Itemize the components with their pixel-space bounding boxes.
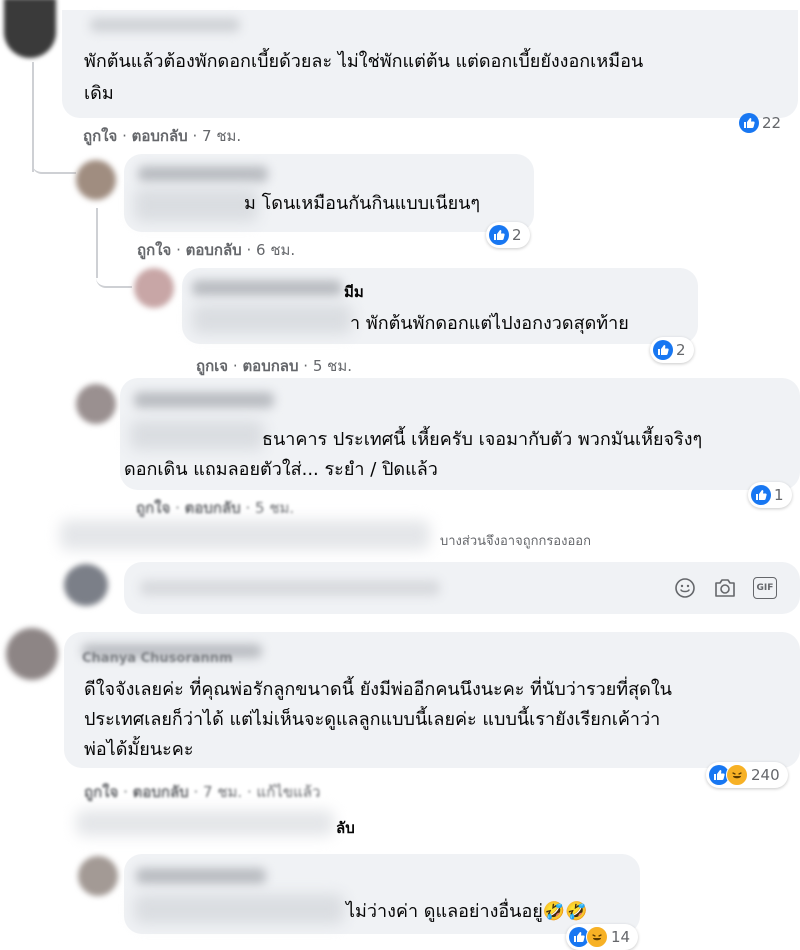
comment-text: ไม่ว่างค่า ดูแลอย่างอื่นอยู่🤣🤣: [346, 901, 588, 922]
text-blurred: [134, 188, 258, 222]
gif-label: GIF: [753, 577, 777, 599]
like-icon: [751, 485, 771, 505]
reaction-summary[interactable]: 22: [736, 110, 789, 136]
timestamp[interactable]: 5 ชม.: [313, 357, 352, 375]
like-icon: [739, 113, 759, 133]
like-link[interactable]: ถูกเจ: [196, 357, 228, 375]
reply-link[interactable]: ตอบกลับ: [133, 783, 189, 801]
author-name-blurred: [134, 392, 274, 408]
separator: ·: [246, 241, 252, 259]
avatar[interactable]: [76, 384, 116, 424]
comment-text: ประเทศเลยก็ว่าได้ แต่ไม่เห็นจะดูแลลูกแบบ…: [84, 709, 661, 730]
timestamp[interactable]: 6 ชม.: [256, 241, 295, 259]
comment-text: ดอกเดิน แถมลอยตัวใส่... ระยำ / ปิดแล้ว: [124, 459, 438, 480]
author-name-blurred: [192, 280, 342, 296]
edited-label: แก้ไขแล้ว: [256, 783, 321, 801]
author-name[interactable]: Chanya Chusorannm: [82, 650, 233, 668]
avatar[interactable]: [76, 160, 116, 200]
reaction-summary[interactable]: 1: [748, 482, 792, 508]
reaction-count: 14: [611, 928, 631, 946]
text-blurred: [192, 304, 352, 334]
reply-link[interactable]: ตอบกลับ: [132, 127, 188, 145]
haha-icon: [586, 926, 608, 948]
separator: ·: [123, 783, 128, 801]
comment-text: า พักต้นพักดอกแต่ไปงอกงวดสุดท้าย: [350, 313, 629, 334]
comment-actions: ถูกใจ · ตอบกลับ · 6 ชม.: [137, 238, 295, 262]
composer-placeholder-blurred: [140, 580, 440, 596]
comment-text: พ่อได้มั้ยนะคะ: [84, 739, 194, 760]
comment-text: ดีใจจังเลยค่ะ ที่คุณพ่อรักลูกขนาดนี้ ยัง…: [84, 679, 672, 700]
reaction-summary[interactable]: 14: [566, 924, 639, 950]
text-blurred: [130, 420, 264, 450]
comment-text: ธนาคาร ประเทศนี้ เหี้ยครับ เจอมากับตัว พ…: [262, 429, 703, 450]
separator: ·: [246, 783, 252, 801]
text-blurred: [134, 894, 344, 924]
separator: ·: [122, 127, 127, 145]
notice-blurred: [60, 520, 430, 550]
comment-actions: ถูกเจ · ตอบกลบ · 5 ชม.: [196, 354, 352, 378]
like-link[interactable]: ถูกใจ: [84, 783, 118, 801]
view-replies-link[interactable]: ลับ: [336, 816, 355, 840]
comment-text: ม โดนเหมือนกันกินแบบเนียนๆ: [244, 193, 481, 214]
avatar[interactable]: [6, 628, 58, 680]
like-icon: [653, 340, 673, 360]
reply-link[interactable]: ตอบกลบ: [242, 357, 298, 375]
comment-author-tail: มีม: [344, 283, 364, 301]
reaction-summary[interactable]: 240: [706, 762, 788, 788]
separator: ·: [303, 357, 309, 375]
author-name-blurred: [136, 868, 266, 884]
reaction-count: 2: [512, 226, 522, 244]
like-link[interactable]: ถูกใจ: [136, 499, 170, 517]
comment-actions: ถูกใจ · ตอบกลับ · 7 ชม.: [83, 124, 241, 148]
like-link[interactable]: ถูกใจ: [137, 241, 171, 259]
author-name-blurred: [138, 166, 268, 182]
gif-icon[interactable]: GIF: [752, 575, 778, 601]
comment-text: เดิม: [84, 83, 114, 104]
separator: ·: [245, 499, 251, 517]
avatar[interactable]: [78, 856, 118, 896]
separator: ·: [192, 127, 198, 145]
camera-icon[interactable]: [712, 575, 738, 601]
replies-link-blurred: [76, 810, 334, 836]
timestamp[interactable]: 7 ชม.: [203, 783, 242, 801]
thread-connector: [96, 260, 132, 288]
thread-connector: [32, 150, 76, 174]
filter-notice: บางส่วนจึงอาจถูกกรองออก: [440, 534, 591, 549]
separator: ·: [193, 783, 199, 801]
reaction-summary[interactable]: 2: [486, 222, 530, 248]
reaction-count: 1: [774, 486, 784, 504]
comment-text: พักต้นแล้วต้องพักดอกเบี้ยด้วยละ ไม่ใช่พั…: [84, 51, 644, 72]
separator: ·: [232, 357, 238, 375]
comment-actions: ถูกใจ · ตอบกลับ · 5 ชม.: [136, 496, 294, 520]
timestamp[interactable]: 5 ชม.: [255, 499, 294, 517]
haha-icon: [726, 764, 748, 786]
like-link[interactable]: ถูกใจ: [83, 127, 117, 145]
like-icon: [489, 225, 509, 245]
comment-actions: ถูกใจ · ตอบกลับ · 7 ชม. · แก้ไขแล้ว: [84, 780, 320, 804]
avatar[interactable]: [134, 268, 174, 308]
author-name-blurred: [90, 18, 240, 32]
timestamp[interactable]: 7 ชม.: [202, 127, 241, 145]
comment-composer[interactable]: [124, 562, 800, 614]
reaction-summary[interactable]: 2: [650, 337, 694, 363]
avatar[interactable]: [4, 0, 56, 58]
reaction-count: 2: [676, 341, 686, 359]
separator: ·: [175, 499, 180, 517]
emoji-icon[interactable]: [672, 575, 698, 601]
composer-avatar[interactable]: [64, 564, 108, 606]
reaction-count: 240: [751, 766, 780, 784]
reply-link[interactable]: ตอบกลับ: [185, 499, 241, 517]
reply-link[interactable]: ตอบกลับ: [186, 241, 242, 259]
separator: ·: [176, 241, 181, 259]
reaction-count: 22: [762, 114, 782, 132]
